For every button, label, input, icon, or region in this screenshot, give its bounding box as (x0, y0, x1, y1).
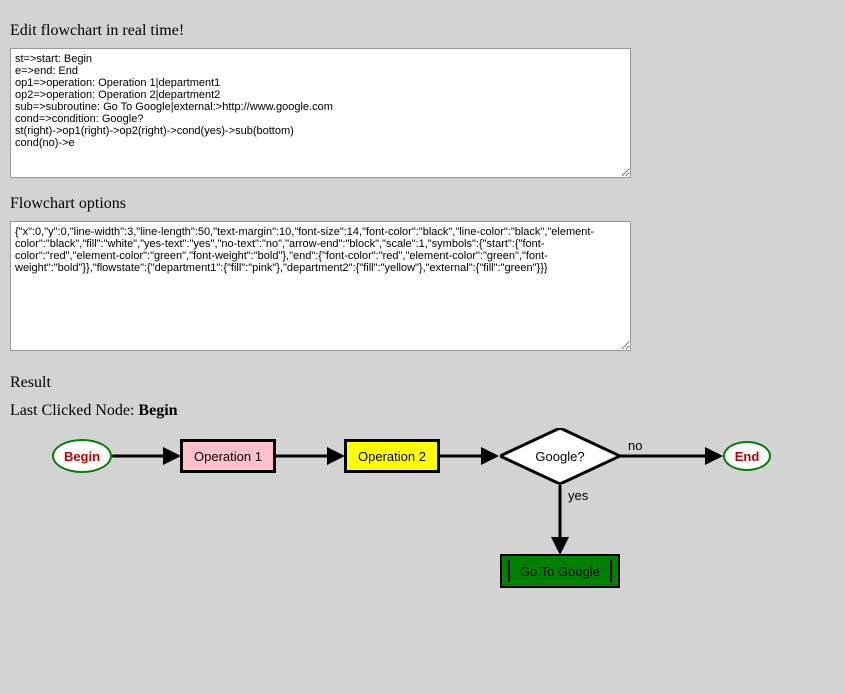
result-title: Result (10, 374, 835, 392)
node-op1-label: Operation 1 (194, 449, 262, 464)
flowchart-options-title: Flowchart options (10, 195, 835, 213)
node-condition[interactable]: Google? (500, 428, 620, 484)
node-end-label: End (735, 449, 760, 464)
node-start[interactable]: Begin (52, 439, 112, 473)
last-clicked-prefix: Last Clicked Node: (10, 402, 138, 419)
node-condition-label: Google? (535, 449, 584, 464)
node-op1[interactable]: Operation 1 (180, 439, 276, 473)
flowchart-options-input[interactable] (10, 221, 631, 351)
node-subroutine-label: Go To Google (520, 564, 600, 579)
edge-label-no: no (628, 438, 642, 453)
node-op2[interactable]: Operation 2 (344, 439, 440, 473)
last-clicked-node-text: Last Clicked Node: Begin (10, 402, 835, 420)
edit-flowchart-title: Edit flowchart in real time! (10, 22, 835, 40)
flowchart-canvas: Begin Operation 1 Operation 2 Google? En… (10, 432, 830, 612)
node-start-label: Begin (64, 449, 100, 464)
node-subroutine[interactable]: Go To Google (500, 554, 620, 588)
node-op2-label: Operation 2 (358, 449, 426, 464)
flowchart-code-input[interactable] (10, 48, 631, 178)
node-end[interactable]: End (723, 441, 771, 471)
edge-label-yes: yes (568, 488, 588, 503)
last-clicked-value: Begin (138, 402, 177, 419)
